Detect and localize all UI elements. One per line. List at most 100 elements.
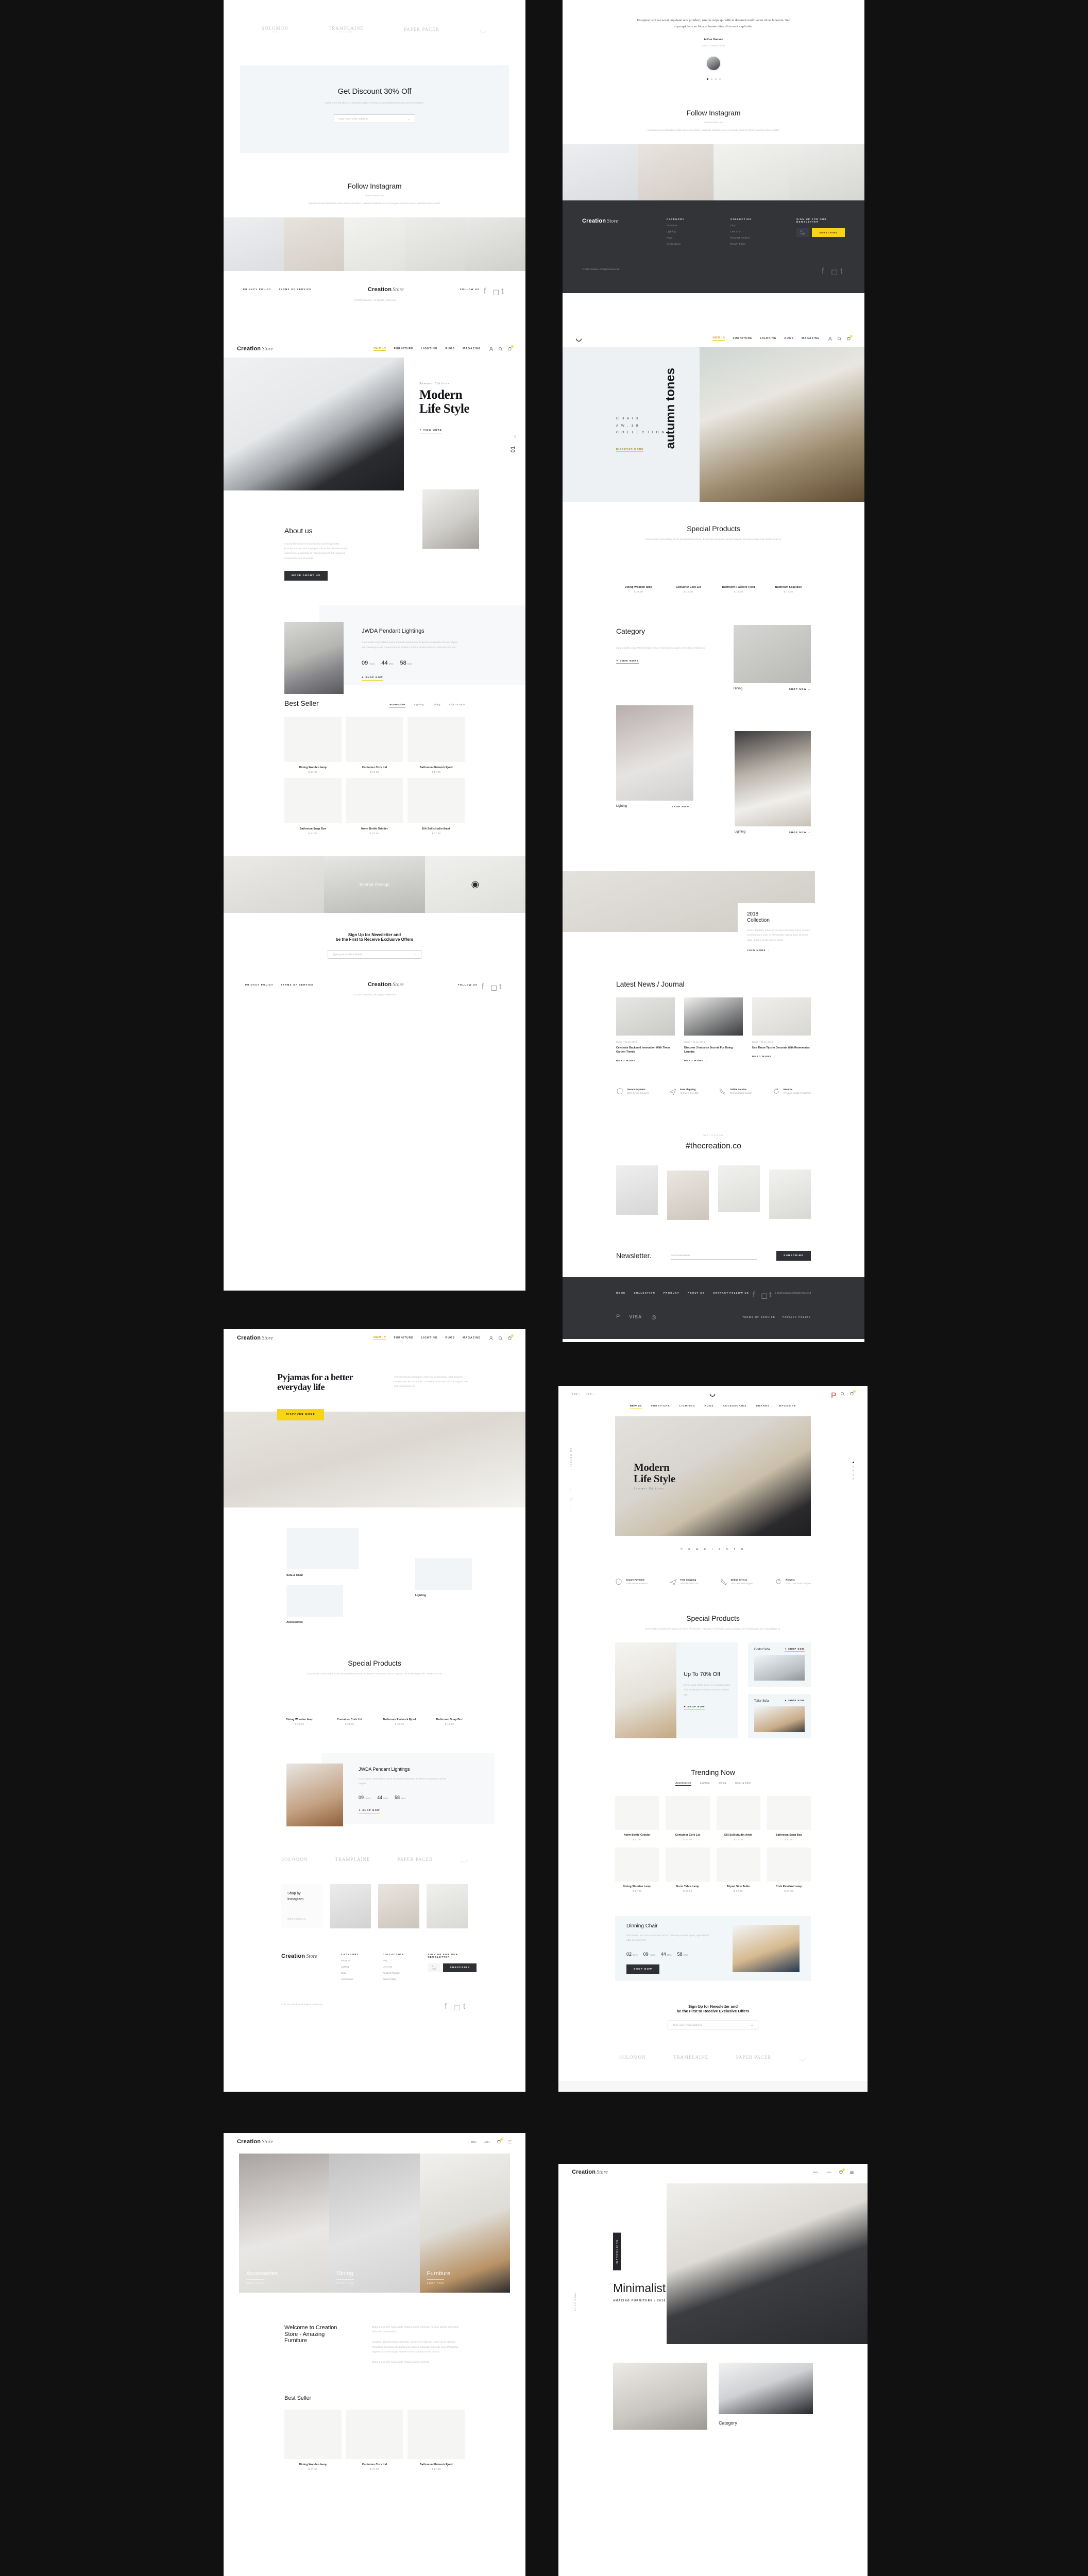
footer-link[interactable]: FAQ (383, 1959, 404, 1962)
nav-item-furniture[interactable]: FURNITURE (394, 347, 413, 350)
brand-logo[interactable]: Creation Store (237, 346, 273, 352)
twitter-icon[interactable]: t (769, 1291, 774, 1299)
promo-cta[interactable]: ✦ SHOP NOW (359, 1809, 380, 1814)
hero-cta[interactable]: ✦ VIEW MORE (419, 429, 443, 433)
subscribe-button[interactable]: SUBSCRIBE (812, 228, 845, 237)
promo-email-field[interactable]: Type your email address → (334, 114, 415, 124)
product-card[interactable]: Dining Wooden lamp $ 27.00 (616, 555, 661, 593)
news-card[interactable]: News / 08.11.2018 Discover 3 Industry Se… (684, 997, 743, 1064)
instagram-photo[interactable] (427, 1884, 468, 1928)
user-icon[interactable] (489, 1336, 494, 1341)
cart-icon[interactable] (849, 1389, 856, 1396)
nav-item-accessories[interactable]: ACCESSORIES (723, 1405, 746, 1409)
newsletter-input[interactable]: E-mail (796, 228, 809, 237)
product-card[interactable]: Accessories (286, 1584, 343, 1624)
product-card[interactable]: Container Cork Lid $ 17.00 (346, 716, 403, 773)
side-social-icons[interactable]: f ◻ t (570, 1488, 572, 1511)
user-icon[interactable] (489, 347, 494, 351)
footer-link[interactable]: TERMS OF SERVICE (281, 984, 314, 986)
tab-dining[interactable]: Dining (433, 703, 440, 707)
category-link[interactable]: SHOP NOW → (789, 831, 811, 834)
footer-link[interactable]: COLLECTION (634, 1292, 655, 1294)
footer-link[interactable]: Furniture (341, 1959, 359, 1962)
product-card[interactable]: Bathroom Soap Box $ 17.00 (766, 555, 811, 593)
category-cta[interactable]: SHOP NOW (336, 2279, 354, 2284)
instagram-photo[interactable] (404, 217, 465, 271)
promo-cta[interactable]: ✦ SHOP NOW (362, 676, 383, 681)
instagram-icon[interactable]: ◻ (570, 1498, 572, 1501)
footer-link[interactable]: PRODUCT (664, 1292, 679, 1294)
feature-image[interactable] (613, 2363, 707, 2430)
feature-image[interactable] (719, 2363, 813, 2414)
search-icon[interactable] (837, 336, 842, 341)
footer-link[interactable]: ABOUT US (688, 1292, 705, 1294)
footer-link[interactable]: Furniture (667, 224, 707, 227)
instagram-photo[interactable] (465, 217, 525, 271)
hero-cta[interactable]: DISCOVER MORE (616, 448, 644, 452)
paypal-icon[interactable]: P (831, 1392, 837, 1400)
user-icon[interactable] (828, 336, 832, 341)
side-offer-card[interactable]: Tailor Sofa ✦ SHOP NOW (747, 1694, 811, 1739)
nav-item-magazine[interactable]: MAGAZINE (779, 1405, 796, 1409)
testimonial-dots[interactable] (563, 78, 864, 80)
footer-link[interactable]: Live Chat (383, 1965, 404, 1968)
facebook-icon[interactable]: f (753, 1291, 757, 1299)
product-card[interactable]: Bathroom Flatwork Fjord $ 27.00 (377, 1689, 422, 1725)
menu-icon[interactable] (507, 2140, 512, 2144)
offer-card[interactable]: Up To 70% Off Donec quis lorem dolor, in… (615, 1642, 738, 1739)
product-card[interactable]: Elit Sollicitudin Amet $ 27.00 (716, 1796, 760, 1841)
instagram-photo[interactable] (378, 1884, 419, 1928)
instagram-photo[interactable] (563, 143, 638, 200)
subscribe-button[interactable]: SUBSCRIBE (776, 1250, 811, 1261)
menu-icon[interactable] (849, 2170, 854, 2175)
tab-lighting[interactable]: Lighting (414, 703, 424, 707)
product-card[interactable]: Bathroom Soap Box $ 27.00 (767, 1796, 811, 1841)
side-offer-card[interactable]: Godot Sofa ✦ SHOP NOW (747, 1642, 811, 1687)
product-card[interactable]: Lighting (415, 1557, 472, 1597)
product-card[interactable]: Bathroom Flatwork Fjord $ 17.00 (716, 555, 761, 593)
instagram-handle[interactable]: @thecreation.co (224, 193, 525, 198)
category-link[interactable]: SHOP NOW → (789, 688, 811, 690)
facebook-icon[interactable]: f (822, 267, 826, 276)
cart-icon[interactable] (497, 2138, 503, 2144)
footer-link[interactable]: Rugs (667, 236, 707, 239)
footer-link[interactable]: Request Product (730, 236, 773, 239)
nav-item-magazine[interactable]: MAGAZINE (463, 1336, 481, 1340)
brand-logo[interactable]: Creation Store (572, 2169, 608, 2175)
instagram-photo[interactable] (789, 143, 864, 200)
twitter-icon[interactable]: t (501, 287, 506, 296)
footer-legal-link[interactable]: TERMS OF SERVICE (742, 1316, 775, 1318)
product-card[interactable]: Bathroom Flatwork Fjord $ 17.00 (407, 2410, 465, 2470)
news-cta[interactable]: READ MORE → (684, 1059, 708, 1062)
footer-link[interactable]: PRIVACY POLICY (243, 288, 271, 291)
product-card[interactable]: Container Cork Lid $ 27.00 (666, 1796, 710, 1841)
footer-link[interactable]: Accessories (341, 1978, 359, 1980)
lang-selector[interactable]: ENG ↓ (572, 1393, 580, 1395)
nav-item-magazine[interactable]: MAGAZINE (802, 337, 820, 340)
tab-chair-sofa[interactable]: Chair & Sofa (449, 703, 465, 707)
category-tile[interactable]: Accessories SHOP NOW (239, 2154, 330, 2293)
footer-link[interactable]: Request Product (383, 1972, 404, 1974)
instagram-photo[interactable] (284, 217, 345, 271)
nav-item-new-in[interactable]: NEW IN (712, 336, 725, 341)
search-icon[interactable] (840, 1392, 845, 1396)
brand-logo-mark[interactable]: ◡ (709, 1389, 716, 1398)
instagram-icon[interactable]: ◻ (761, 1291, 768, 1300)
product-card[interactable]: Container Cork Lid $ 17.00 (666, 555, 711, 593)
collection-cta[interactable]: VIEW MORE → (747, 949, 770, 952)
footer-link[interactable]: PRIVACY POLICY (245, 984, 274, 986)
nav-item-lighting[interactable]: LIGHTING (760, 337, 777, 340)
footer-link[interactable]: Rugs (341, 1972, 359, 1974)
product-card[interactable]: Dining Wooden lamp $ 27.00 (284, 716, 342, 773)
product-card[interactable]: Norm Bottle Grinder $ 27.00 (346, 777, 403, 835)
footer-legal-link[interactable]: PRIVACY POLICY (783, 1316, 811, 1318)
product-card[interactable]: Bathroom Flatwork Fjord $ 17.00 (407, 716, 465, 773)
instagram-icon[interactable]: ◻ (490, 982, 497, 992)
currency-selector[interactable]: USD ↓ (484, 2141, 490, 2143)
newsletter-field[interactable]: Type your email address → (328, 950, 421, 959)
category-cta[interactable]: SHOP NOW (427, 2279, 445, 2284)
nav-item-furniture[interactable]: FURNITURE (733, 337, 752, 340)
hero-cta[interactable]: DISCOVER MORE (277, 1409, 324, 1420)
product-card[interactable]: Cork Pendant Lamp $ 27.00 (767, 1848, 811, 1892)
brand-logo[interactable]: Creation Store (237, 2139, 273, 2145)
